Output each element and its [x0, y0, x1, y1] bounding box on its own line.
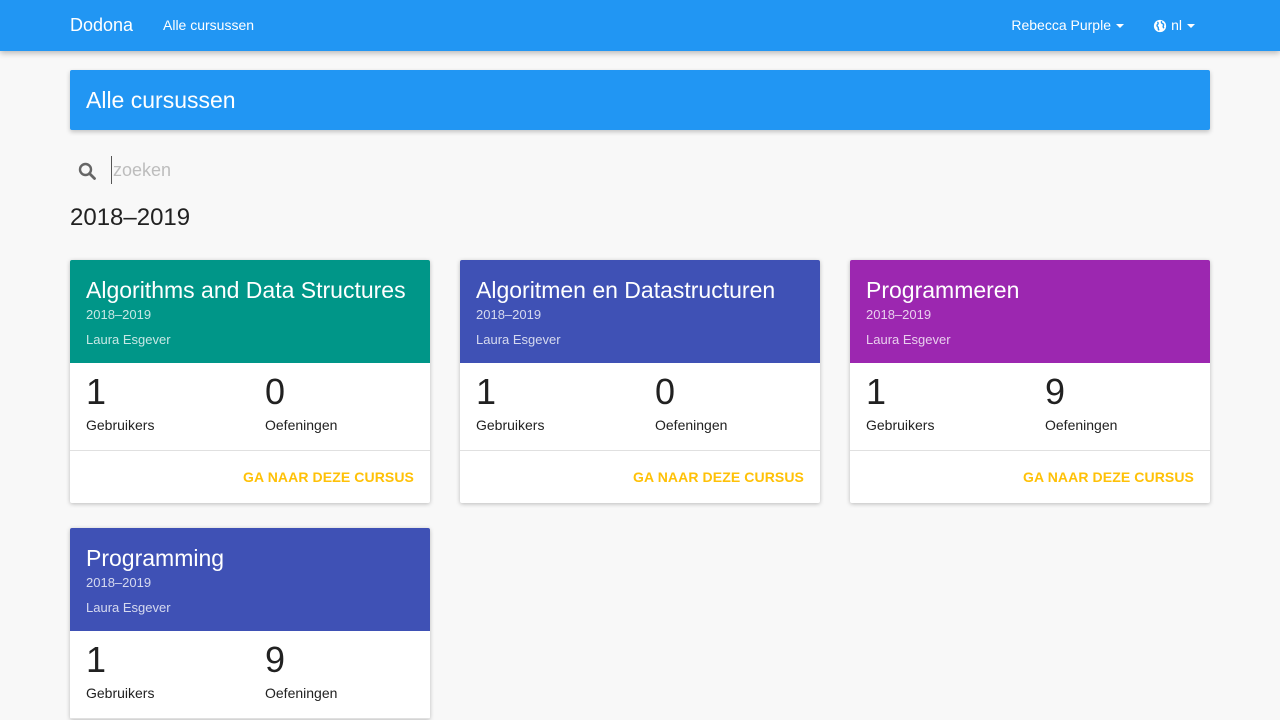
course-teacher: Laura Esgever — [86, 332, 171, 347]
users-count: 1 — [86, 371, 107, 412]
course-card-header[interactable]: Algorithms and Data Structures 2018–2019… — [70, 260, 430, 363]
exercises-label: Oefeningen — [265, 417, 338, 433]
users-label: Gebruikers — [866, 417, 935, 433]
caret-down-icon — [1116, 24, 1124, 29]
course-teacher: Laura Esgever — [866, 332, 951, 347]
go-to-course-button[interactable]: GA NAAR DEZE CURSUS — [633, 451, 804, 503]
course-title: Programmeren — [866, 277, 1020, 303]
course-teacher: Laura Esgever — [476, 332, 561, 347]
course-card-header[interactable]: Programmeren 2018–2019 Laura Esgever — [850, 260, 1210, 363]
course-title: Algorithms and Data Structures — [86, 277, 406, 303]
exercises-label: Oefeningen — [265, 685, 338, 701]
course-actions: GA NAAR DEZE CURSUS — [70, 451, 430, 503]
user-name: Rebecca Purple — [1011, 17, 1111, 33]
course-stats: 1 Gebruikers 9 Oefeningen — [70, 631, 430, 719]
year-heading: 2018–2019 — [70, 204, 191, 231]
course-card: Programmeren 2018–2019 Laura Esgever 1 G… — [850, 260, 1210, 503]
exercises-stat: 9 Oefeningen — [1045, 371, 1117, 434]
course-card: Programming 2018–2019 Laura Esgever 1 Ge… — [70, 528, 430, 719]
globe-icon — [1153, 19, 1167, 32]
course-year: 2018–2019 — [866, 307, 932, 322]
course-card: Algoritmen en Datastructuren 2018–2019 L… — [460, 260, 820, 503]
course-card-header[interactable]: Programming 2018–2019 Laura Esgever — [70, 528, 430, 631]
users-count: 1 — [86, 639, 107, 680]
exercises-label: Oefeningen — [1045, 417, 1118, 433]
caret-down-icon — [1187, 23, 1195, 28]
users-stat: 1 Gebruikers — [476, 371, 544, 434]
language-label: nl — [1171, 17, 1182, 33]
course-stats: 1 Gebruikers 0 Oefeningen — [70, 363, 430, 451]
course-title: Algoritmen en Datastructuren — [476, 277, 776, 303]
exercises-count: 0 — [265, 371, 286, 412]
go-to-course-button[interactable]: GA NAAR DEZE CURSUS — [1023, 451, 1194, 503]
users-stat: 1 Gebruikers — [86, 639, 154, 702]
course-card-header[interactable]: Algoritmen en Datastructuren 2018–2019 L… — [460, 260, 820, 363]
exercises-label: Oefeningen — [655, 417, 728, 433]
course-card: Algorithms and Data Structures 2018–2019… — [70, 260, 430, 503]
page-title: Alle cursussen — [86, 87, 236, 113]
users-count: 1 — [476, 371, 497, 412]
course-stats: 1 Gebruikers 0 Oefeningen — [460, 363, 820, 451]
language-dropdown[interactable]: nl — [1153, 0, 1195, 51]
user-menu-dropdown[interactable]: Rebecca Purple — [1011, 0, 1124, 51]
course-stats: 1 Gebruikers 9 Oefeningen — [850, 363, 1210, 451]
users-label: Gebruikers — [86, 417, 155, 433]
page-header-card: Alle cursussen — [70, 70, 1210, 130]
course-year: 2018–2019 — [86, 307, 152, 322]
users-label: Gebruikers — [476, 417, 545, 433]
users-stat: 1 Gebruikers — [866, 371, 934, 434]
exercises-stat: 0 Oefeningen — [265, 371, 337, 434]
search-input[interactable] — [111, 156, 711, 184]
course-teacher: Laura Esgever — [86, 600, 171, 615]
course-year: 2018–2019 — [86, 575, 152, 590]
go-to-course-button[interactable]: GA NAAR DEZE CURSUS — [243, 451, 414, 503]
exercises-count: 9 — [1045, 371, 1066, 412]
users-stat: 1 Gebruikers — [86, 371, 154, 434]
exercises-count: 0 — [655, 371, 676, 412]
search-icon — [78, 162, 96, 180]
users-count: 1 — [866, 371, 887, 412]
brand-logo[interactable]: Dodona — [70, 0, 133, 51]
nav-link-all-courses[interactable]: Alle cursussen — [163, 0, 254, 51]
course-year: 2018–2019 — [476, 307, 542, 322]
exercises-stat: 9 Oefeningen — [265, 639, 337, 702]
course-title: Programming — [86, 545, 225, 571]
users-label: Gebruikers — [86, 685, 155, 701]
navbar: Dodona Alle cursussen Rebecca Purple nl — [0, 0, 1280, 51]
exercises-count: 9 — [265, 639, 286, 680]
course-actions: GA NAAR DEZE CURSUS — [460, 451, 820, 503]
course-actions: GA NAAR DEZE CURSUS — [850, 451, 1210, 503]
exercises-stat: 0 Oefeningen — [655, 371, 727, 434]
